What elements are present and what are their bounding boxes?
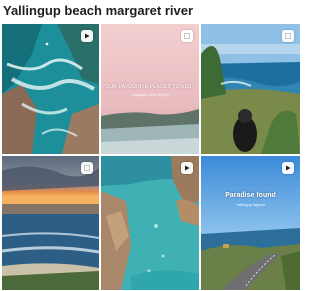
play-icon — [81, 30, 93, 42]
image-result-2[interactable]: OUR FAVOURITE PLACES TO VISIT margaret r… — [101, 24, 199, 154]
play-icon — [181, 162, 193, 174]
image-result-5[interactable] — [101, 156, 199, 290]
coast-aerial-image — [2, 24, 99, 154]
coastal-road-image — [201, 156, 300, 290]
tile-subcaption: margaret river region — [131, 92, 169, 97]
checkbox-icon — [282, 30, 294, 42]
coastline-person-image — [201, 24, 300, 154]
image-result-1[interactable] — [2, 24, 99, 154]
image-result-6[interactable]: Paradise found Yallingup lagoon — [201, 156, 300, 290]
checkbox-icon — [181, 30, 193, 42]
image-grid: OUR FAVOURITE PLACES TO VISIT margaret r… — [2, 24, 300, 290]
checkbox-icon — [81, 162, 93, 174]
page-title: Yallingup beach margaret river — [3, 3, 194, 18]
play-icon — [282, 162, 294, 174]
tile-caption: Paradise found — [225, 192, 276, 199]
turquoise-rocks-image — [101, 156, 199, 290]
image-result-3[interactable] — [201, 24, 300, 154]
image-result-4[interactable] — [2, 156, 99, 290]
sunset-ocean-image — [2, 156, 99, 290]
tile-subcaption: Yallingup lagoon — [235, 202, 266, 207]
tile-caption: OUR FAVOURITE PLACES TO VISIT — [105, 84, 195, 90]
